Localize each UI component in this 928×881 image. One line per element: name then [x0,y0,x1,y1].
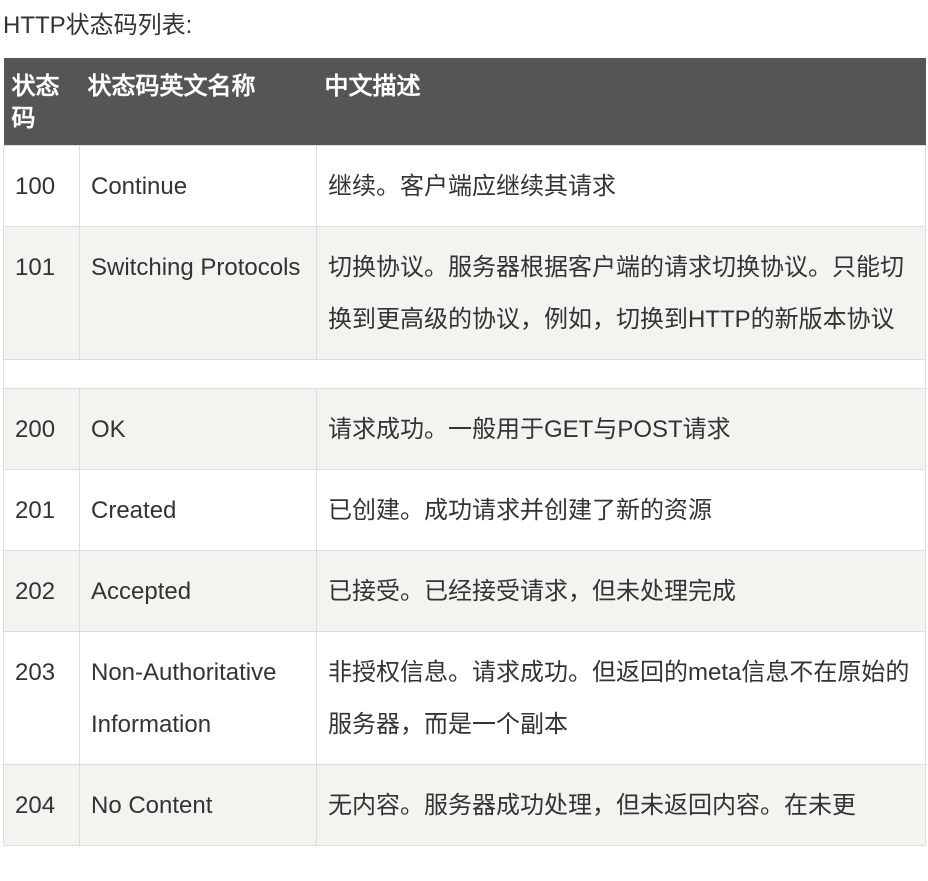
cell-code: 200 [3,388,80,470]
cell-name: Created [79,469,317,551]
cell-code: 100 [3,145,80,227]
table-row: 100 Continue 继续。客户端应继续其请求 [3,145,926,227]
spacer-cell [3,359,926,389]
cell-name: Switching Protocols [79,226,317,360]
table-caption: HTTP状态码列表: [3,12,193,39]
cell-name: No Content [79,764,317,846]
cell-code: 202 [3,550,80,632]
table-row: 201 Created 已创建。成功请求并创建了新的资源 [3,469,926,551]
header-status-code: 状态码 [3,58,80,146]
cell-desc: 已创建。成功请求并创建了新的资源 [316,469,926,551]
cell-desc: 切换协议。服务器根据客户端的请求切换协议。只能切换到更高级的协议，例如，切换到H… [316,226,926,360]
cell-code: 203 [3,631,80,765]
cell-desc: 请求成功。一般用于GET与POST请求 [316,388,926,470]
table-row: 200 OK 请求成功。一般用于GET与POST请求 [3,388,926,470]
cell-name: Non-Authoritative Information [79,631,317,765]
header-english-name: 状态码英文名称 [79,58,317,146]
table-row: 101 Switching Protocols 切换协议。服务器根据客户端的请求… [3,226,926,360]
cell-name: OK [79,388,317,470]
table-row: 203 Non-Authoritative Information 非授权信息。… [3,631,926,765]
cell-desc: 非授权信息。请求成功。但返回的meta信息不在原始的服务器，而是一个副本 [316,631,926,765]
table-row: 202 Accepted 已接受。已经接受请求，但未处理完成 [3,550,926,632]
header-chinese-desc: 中文描述 [316,58,926,146]
table-row: 204 No Content 无内容。服务器成功处理，但未返回内容。在未更 [3,764,926,846]
cell-code: 201 [3,469,80,551]
status-code-table: 状态码 状态码英文名称 中文描述 100 Continue 继续。客户端应继续其… [3,58,926,846]
cell-desc: 无内容。服务器成功处理，但未返回内容。在未更 [316,764,926,846]
cell-name: Continue [79,145,317,227]
table-header-row: 状态码 状态码英文名称 中文描述 [3,58,926,146]
cell-code: 204 [3,764,80,846]
cell-code: 101 [3,226,80,360]
cell-desc: 继续。客户端应继续其请求 [316,145,926,227]
cell-desc: 已接受。已经接受请求，但未处理完成 [316,550,926,632]
table-spacer-row [3,359,926,389]
cell-name: Accepted [79,550,317,632]
